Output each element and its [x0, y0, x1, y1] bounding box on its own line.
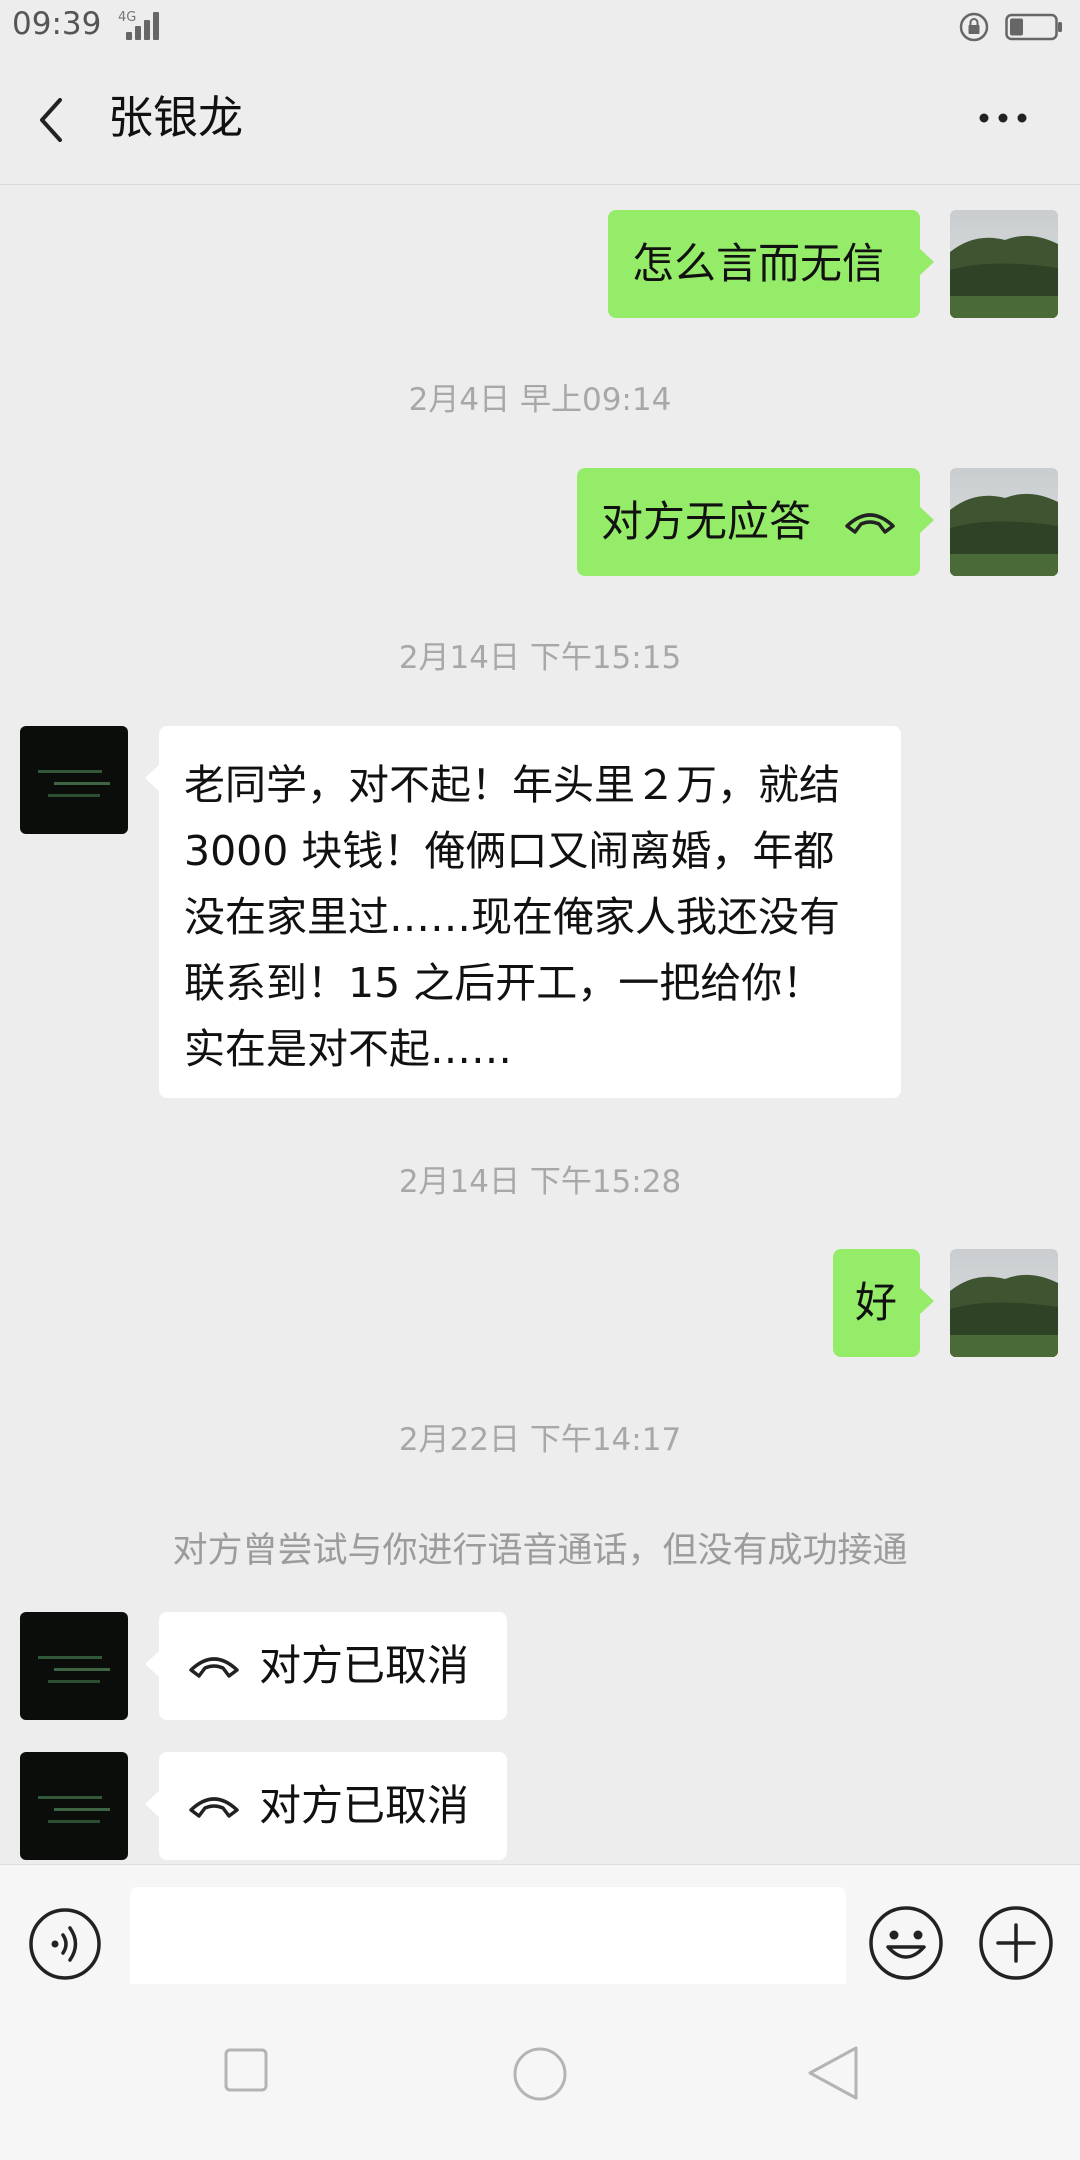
- message-line: 3000 块钱！俺俩口又闹离婚，年都: [184, 827, 835, 875]
- square-icon[interactable]: [224, 2048, 268, 2092]
- status-time: 09:39: [12, 6, 102, 42]
- message-line: 实在是对不起……: [184, 1025, 512, 1073]
- message-line: 联系到！15 之后开工，一把给你！: [184, 959, 824, 1007]
- status-bar: 09:39 4G: [0, 0, 1080, 56]
- message-bubble-incoming[interactable]: 老同学，对不起！年头里２万，就结 3000 块钱！俺俩口又闹离婚，年都 没在家里…: [145, 726, 901, 1098]
- emoji-icon[interactable]: [868, 1905, 944, 1981]
- message-bubble-outgoing[interactable]: 好: [833, 1249, 934, 1357]
- more-dots-icon[interactable]: [978, 108, 1028, 128]
- contact-avatar[interactable]: [20, 726, 128, 834]
- message-bubble-outgoing[interactable]: 怎么言而无信: [608, 210, 934, 318]
- triangle-back-icon[interactable]: [806, 2044, 860, 2102]
- phone-hangup-icon: [189, 1797, 239, 1818]
- message-timestamp: 2月14日 下午15:28: [398, 1164, 682, 1200]
- message-text: 怎么言而无信: [632, 239, 885, 288]
- contact-avatar[interactable]: [20, 1612, 128, 1720]
- call-bubble-incoming[interactable]: 对方已取消: [145, 1752, 507, 1860]
- message-timestamp: 2月4日 早上09:14: [408, 382, 672, 418]
- rotation-lock-icon: [959, 12, 989, 42]
- my-avatar[interactable]: [950, 1249, 1058, 1357]
- call-bubble-incoming[interactable]: 对方已取消: [145, 1612, 507, 1720]
- call-status-text: 对方无应答: [601, 497, 812, 546]
- system-nav-bar: [0, 1984, 1080, 2160]
- call-bubble-outgoing[interactable]: 对方无应答: [577, 468, 934, 576]
- message-line: 没在家里过……现在俺家人我还没有: [184, 893, 840, 941]
- system-notice: 对方曾尝试与你进行语音通话，但没有成功接通: [172, 1531, 908, 1571]
- chat-title: 张银龙: [108, 91, 244, 144]
- call-status-text: 对方已取消: [259, 1641, 470, 1690]
- message-text: 好: [855, 1278, 898, 1327]
- circle-icon[interactable]: [512, 2046, 568, 2102]
- phone-hangup-icon: [189, 1657, 239, 1678]
- call-status-text: 对方已取消: [259, 1781, 470, 1830]
- signal-strength-icon: [126, 12, 160, 40]
- contact-avatar[interactable]: [20, 1752, 128, 1860]
- input-bar: [0, 1864, 1080, 1995]
- chevron-left-icon[interactable]: [32, 92, 72, 148]
- message-input[interactable]: [130, 1887, 846, 1995]
- message-text: 老同学，对不起！年头里２万，就结 3000 块钱！俺俩口又闹离婚，年都 没在家里…: [184, 752, 840, 1082]
- message-timestamp: 2月14日 下午15:15: [398, 640, 682, 676]
- my-avatar[interactable]: [950, 468, 1058, 576]
- voice-icon[interactable]: [28, 1907, 102, 1981]
- plus-icon[interactable]: [978, 1905, 1054, 1981]
- message-timestamp: 2月22日 下午14:17: [398, 1422, 682, 1458]
- my-avatar[interactable]: [950, 210, 1058, 318]
- chat-header: 张银龙: [0, 56, 1080, 185]
- phone-hangup-icon: [845, 513, 895, 534]
- message-line: 老同学，对不起！年头里２万，就结: [184, 761, 840, 809]
- battery-icon: [1005, 13, 1063, 41]
